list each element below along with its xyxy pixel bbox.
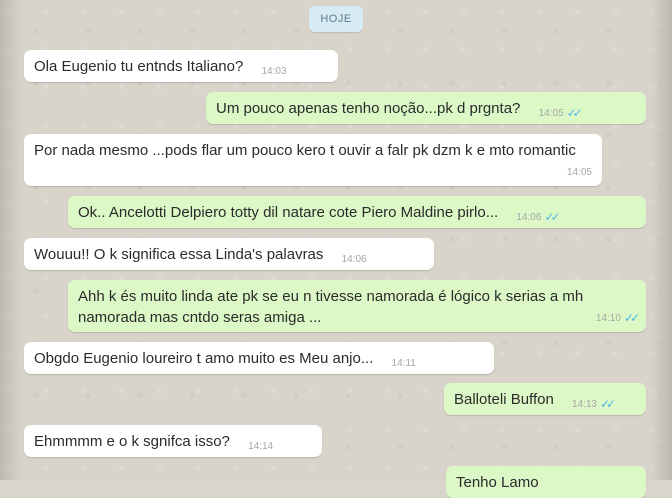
message-meta: 14:11 xyxy=(392,353,416,374)
message-text: Ola Eugenio tu entnds Italiano? xyxy=(34,58,244,75)
message-outgoing[interactable]: Balloteli Buffon 14:13 ✓✓ xyxy=(444,383,646,415)
message-meta: 14:03 xyxy=(262,61,287,82)
message-time: 14:06 xyxy=(341,254,367,265)
double-check-icon: ✓✓ xyxy=(566,106,583,120)
message-text: Ok.. Ancelotti Delpiero totty dil natare… xyxy=(78,204,499,221)
message-meta: 14:13 ✓✓ xyxy=(571,394,616,415)
message-incoming[interactable]: Obgdo Eugenio loureiro t amo muito es Me… xyxy=(24,342,494,374)
message-text: Ahh k és muito linda ate pk se eu n tive… xyxy=(78,288,584,326)
message-time: 14:05 xyxy=(538,108,564,119)
message-incoming[interactable]: Por nada mesmo ...pods flar um pouco ker… xyxy=(24,134,602,186)
message-time: 14:05 xyxy=(566,167,592,178)
double-check-icon: ✓✓ xyxy=(623,311,640,325)
message-time: 14:03 xyxy=(261,66,287,77)
message-meta: 14:05 xyxy=(567,162,592,183)
message-meta: 14:05 ✓✓ xyxy=(538,103,583,124)
message-time: 14:14 xyxy=(248,441,274,452)
message-text: Wouuu!! O k significa essa Linda's palav… xyxy=(34,246,324,263)
message-meta: 14:06 xyxy=(342,249,367,270)
message-text: Por nada mesmo ...pods flar um pouco ker… xyxy=(34,142,576,159)
message-incoming[interactable]: Ola Eugenio tu entnds Italiano? 14:03 xyxy=(24,50,338,82)
message-time: 14:13 xyxy=(571,399,597,410)
message-text: Tenho Lamo xyxy=(456,474,539,491)
message-incoming[interactable]: Ehmmmm e o k sgnifca isso? 14:14 xyxy=(24,425,322,457)
date-chip: HOJE xyxy=(309,6,363,32)
message-meta: 14:14 xyxy=(248,436,273,457)
message-text: Obgdo Eugenio loureiro t amo muito es Me… xyxy=(34,350,374,367)
message-outgoing[interactable]: Um pouco apenas tenho noção...pk d prgnt… xyxy=(206,92,646,124)
message-time: 14:10 xyxy=(595,313,621,324)
double-check-icon: ✓✓ xyxy=(600,397,616,411)
left-shade xyxy=(0,0,22,480)
message-meta: 14:06 ✓✓ xyxy=(516,207,560,228)
message-meta: 14:10 ✓✓ xyxy=(595,308,640,329)
message-text: Ehmmmm e o k sgnifca isso? xyxy=(34,433,230,450)
message-text: Um pouco apenas tenho noção...pk d prgnt… xyxy=(216,100,521,117)
double-check-icon: ✓✓ xyxy=(544,210,560,224)
message-text: Balloteli Buffon xyxy=(454,391,554,408)
message-outgoing[interactable]: Ahh k és muito linda ate pk se eu n tive… xyxy=(68,280,646,332)
right-shade xyxy=(650,0,672,480)
message-outgoing[interactable]: Ok.. Ancelotti Delpiero totty dil natare… xyxy=(68,196,646,228)
message-incoming[interactable]: Wouuu!! O k significa essa Linda's palav… xyxy=(24,238,434,270)
message-outgoing[interactable]: Tenho Lamo xyxy=(446,466,646,498)
message-time: 14:06 xyxy=(516,212,542,223)
message-time: 14:11 xyxy=(391,358,416,369)
